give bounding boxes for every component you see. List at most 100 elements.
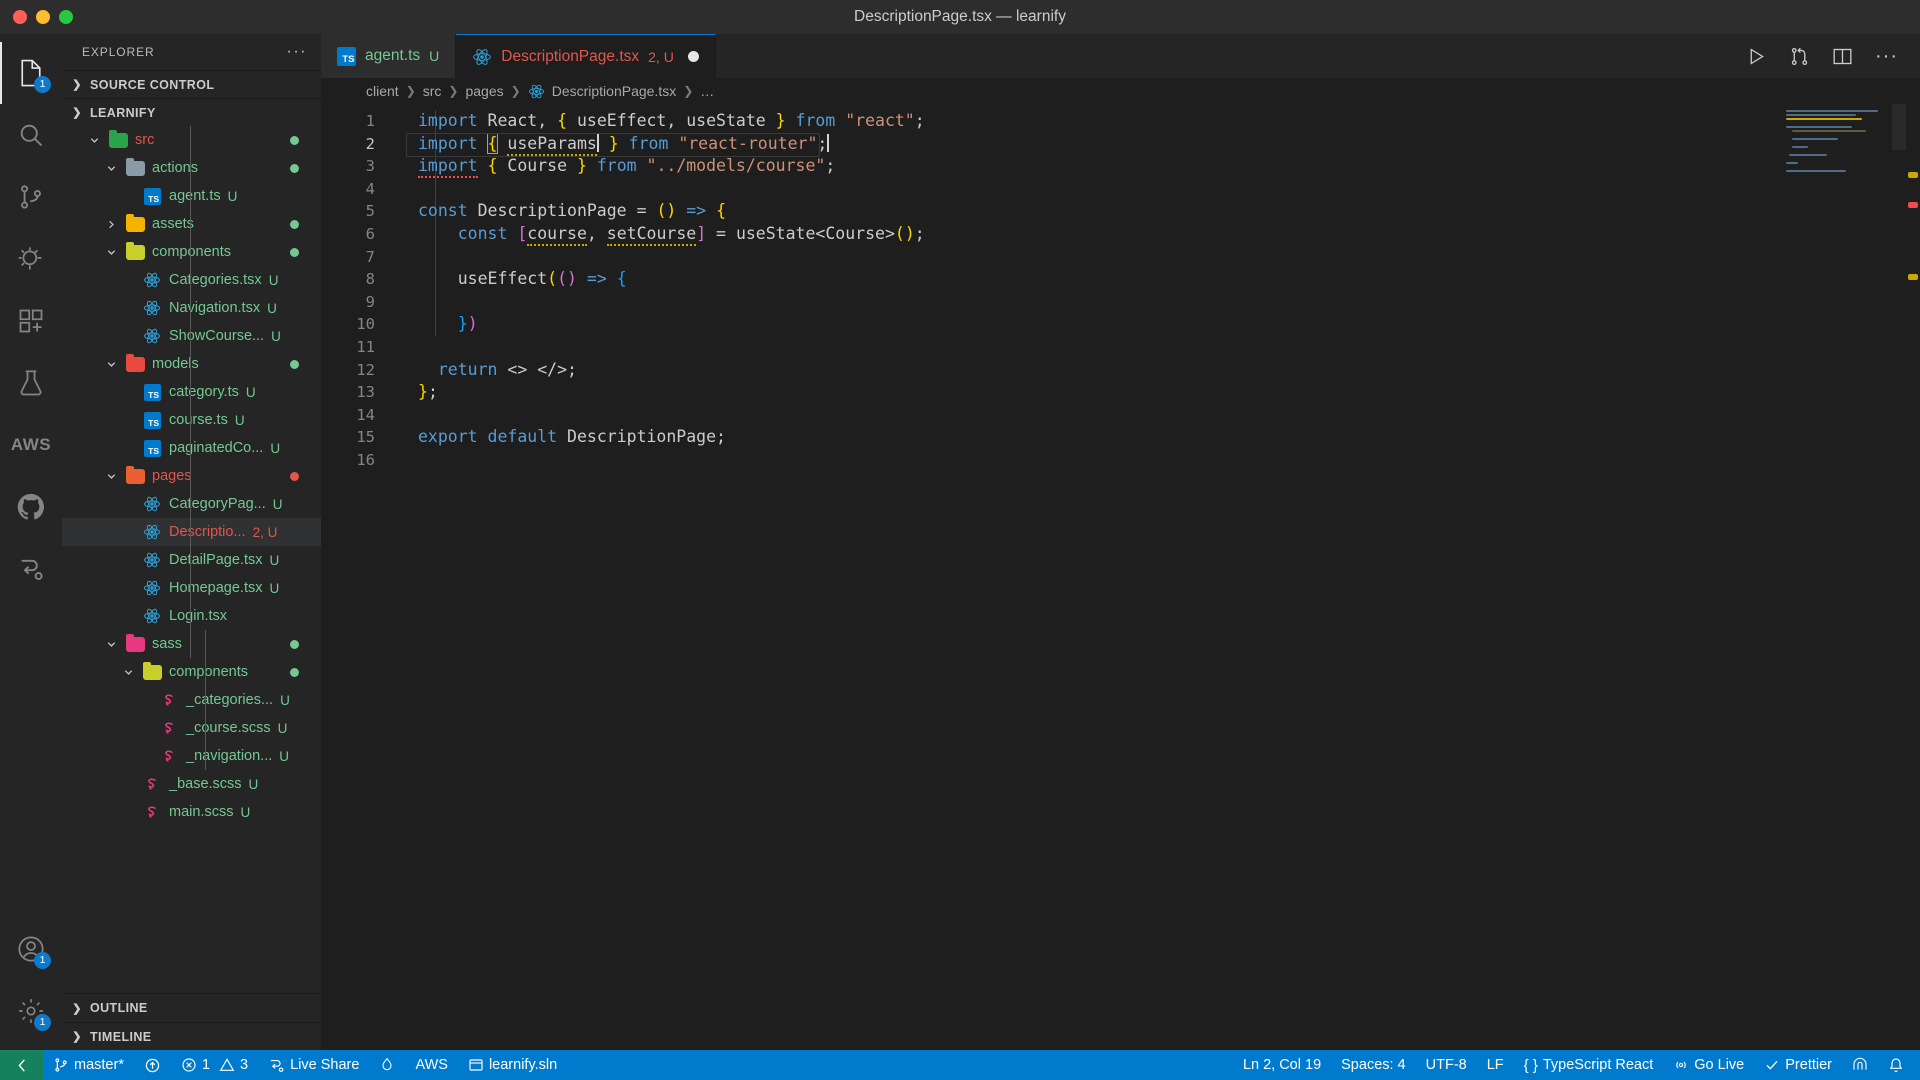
tree-file-row[interactable]: TS course.ts U (62, 406, 321, 434)
source-control-icon (53, 1057, 69, 1073)
sidebar-section-outline[interactable]: ❯ OUTLINE (62, 994, 321, 1022)
breadcrumb[interactable]: client ❯ src ❯ pages ❯ DescriptionPage.tsx ❯… (321, 78, 1920, 104)
status-aws[interactable]: AWS (405, 1050, 458, 1080)
status-live-share[interactable]: Live Share (258, 1050, 369, 1080)
tree-file-row[interactable]: Homepage.tsx U (62, 574, 321, 602)
tree-folder-row[interactable]: sass (62, 630, 321, 658)
chevron-down-icon[interactable] (106, 471, 124, 482)
tree-file-row[interactable]: ShowCourse... U (62, 322, 321, 350)
breadcrumb-item[interactable]: pages (465, 83, 503, 99)
chevron-down-icon[interactable] (89, 135, 107, 146)
activitybar-item-accounts[interactable]: 1 (0, 918, 62, 980)
tree-folder-row[interactable]: actions (62, 154, 321, 182)
sidebar-section-source-control[interactable]: ❯ SOURCE CONTROL (62, 70, 321, 98)
code-editor[interactable]: 1 2 3 4 5 6 7 8 9 10 11 12 13 14 15 16 import React, { … (321, 104, 1920, 1050)
status-notifications[interactable] (1878, 1050, 1920, 1080)
tree-file-row[interactable]: main.scss U (62, 798, 321, 826)
activitybar-item-search[interactable] (0, 104, 62, 166)
compare-icon[interactable] (1789, 46, 1810, 67)
tree-file-row[interactable]: TS category.ts U (62, 378, 321, 406)
tree-file-row[interactable]: DetailPage.tsx U (62, 546, 321, 574)
tree-file-row[interactable]: TS paginatedCo... U (62, 434, 321, 462)
activity-bar: 1 AWS 1 1 (0, 34, 62, 1050)
tree-file-row[interactable]: Descriptio... 2, U (62, 518, 321, 546)
chevron-right-icon[interactable] (106, 219, 124, 230)
tab-descriptionpage-tsx[interactable]: DescriptionPage.tsx 2, U (456, 34, 716, 78)
file-tree[interactable]: src actions TS agent.ts Uassets components Cat… (62, 126, 321, 993)
breadcrumb-item[interactable]: client (366, 83, 399, 99)
activitybar-item-live-share[interactable] (0, 538, 62, 600)
sidebar-section-label: LEARNIFY (90, 105, 156, 120)
chevron-down-icon: ❯ (72, 107, 82, 119)
tree-file-row[interactable]: TS agent.ts U (62, 182, 321, 210)
activitybar-item-run-and-debug[interactable] (0, 228, 62, 290)
status-language-mode[interactable]: { } TypeScript React (1514, 1050, 1664, 1080)
tree-item-git-status: U (234, 412, 245, 428)
status-remote-tunnel[interactable] (1842, 1050, 1878, 1080)
status-flame[interactable] (369, 1050, 405, 1080)
tree-folder-row[interactable]: components (62, 238, 321, 266)
split-editor-icon[interactable] (1832, 46, 1853, 67)
tree-file-row[interactable]: _course.scss U (62, 714, 321, 742)
status-remote-indicator[interactable] (0, 1050, 43, 1080)
activitybar-item-manage[interactable]: 1 (0, 980, 62, 1042)
activitybar-item-test-explorer[interactable] (0, 352, 62, 414)
status-branch[interactable]: master* (43, 1050, 134, 1080)
status-solution[interactable]: learnify.sln (458, 1050, 567, 1080)
maximize-window-button[interactable] (59, 10, 73, 24)
tree-item-label: DetailPage.tsx (169, 552, 263, 568)
tab-agent-ts[interactable]: TS agent.ts U (321, 34, 457, 78)
minimize-window-button[interactable] (36, 10, 50, 24)
tree-file-row[interactable]: _base.scss U (62, 770, 321, 798)
activitybar-item-explorer[interactable]: 1 (0, 42, 62, 104)
sidebar-section-learnify[interactable]: ❯ LEARNIFY (62, 98, 321, 126)
unsaved-indicator-icon[interactable] (687, 51, 699, 62)
activitybar-item-aws-toolkit[interactable]: AWS (0, 414, 62, 476)
tree-folder-row[interactable]: models (62, 350, 321, 378)
tree-file-row[interactable]: Navigation.tsx U (62, 294, 321, 322)
extensions-icon (17, 307, 45, 335)
close-window-button[interactable] (13, 10, 27, 24)
status-prettier[interactable]: Prettier (1754, 1050, 1842, 1080)
status-cursor-position[interactable]: Ln 2, Col 19 (1233, 1050, 1331, 1080)
tree-file-row[interactable]: Categories.tsx U (62, 266, 321, 294)
minimap-slider[interactable] (1892, 104, 1906, 150)
tree-folder-row[interactable]: src (62, 126, 321, 154)
sidebar-section-timeline[interactable]: ❯ TIMELINE (62, 1022, 321, 1050)
chevron-down-icon[interactable] (123, 667, 141, 678)
breadcrumb-item[interactable]: DescriptionPage.tsx (552, 83, 677, 99)
chevron-down-icon[interactable] (106, 359, 124, 370)
activitybar-item-extensions[interactable] (0, 290, 62, 352)
sidebar-more-actions-button[interactable]: ··· (287, 43, 307, 61)
tree-file-row[interactable]: _navigation... U (62, 742, 321, 770)
breadcrumb-item[interactable]: … (700, 83, 714, 99)
error-icon (181, 1057, 197, 1073)
status-go-live[interactable]: Go Live (1663, 1050, 1754, 1080)
tree-item-git-status: U (270, 440, 281, 456)
tree-file-row[interactable]: _categories... U (62, 686, 321, 714)
code-content[interactable]: import React, { useEffect, useState } fr… (389, 104, 1920, 1050)
status-indentation[interactable]: Spaces: 4 (1331, 1050, 1416, 1080)
ellipsis-icon[interactable]: ··· (1875, 46, 1898, 66)
breadcrumb-item[interactable]: src (423, 83, 442, 99)
sidebar-header: EXPLORER ··· (62, 34, 321, 70)
tree-file-row[interactable]: Login.tsx (62, 602, 321, 630)
tree-folder-row[interactable]: components (62, 658, 321, 686)
tree-file-row[interactable]: CategoryPag... U (62, 490, 321, 518)
chevron-down-icon[interactable] (106, 247, 124, 258)
status-encoding[interactable]: UTF-8 (1416, 1050, 1477, 1080)
status-problems[interactable]: 1 3 (171, 1050, 258, 1080)
chevron-down-icon[interactable] (106, 639, 124, 650)
tree-folder-row[interactable]: assets (62, 210, 321, 238)
activitybar-item-source-control[interactable] (0, 166, 62, 228)
tree-item-label: _base.scss (169, 776, 242, 792)
play-icon[interactable] (1746, 46, 1767, 67)
tree-item-label: Login.tsx (169, 608, 228, 624)
tree-item-git-status: U (227, 188, 238, 204)
activitybar-item-github[interactable] (0, 476, 62, 538)
status-eol[interactable]: LF (1477, 1050, 1514, 1080)
tree-folder-row[interactable]: pages (62, 462, 321, 490)
editor-minimap[interactable] (1786, 104, 1906, 1050)
status-sync-changes[interactable] (134, 1050, 171, 1080)
chevron-down-icon[interactable] (106, 163, 124, 174)
